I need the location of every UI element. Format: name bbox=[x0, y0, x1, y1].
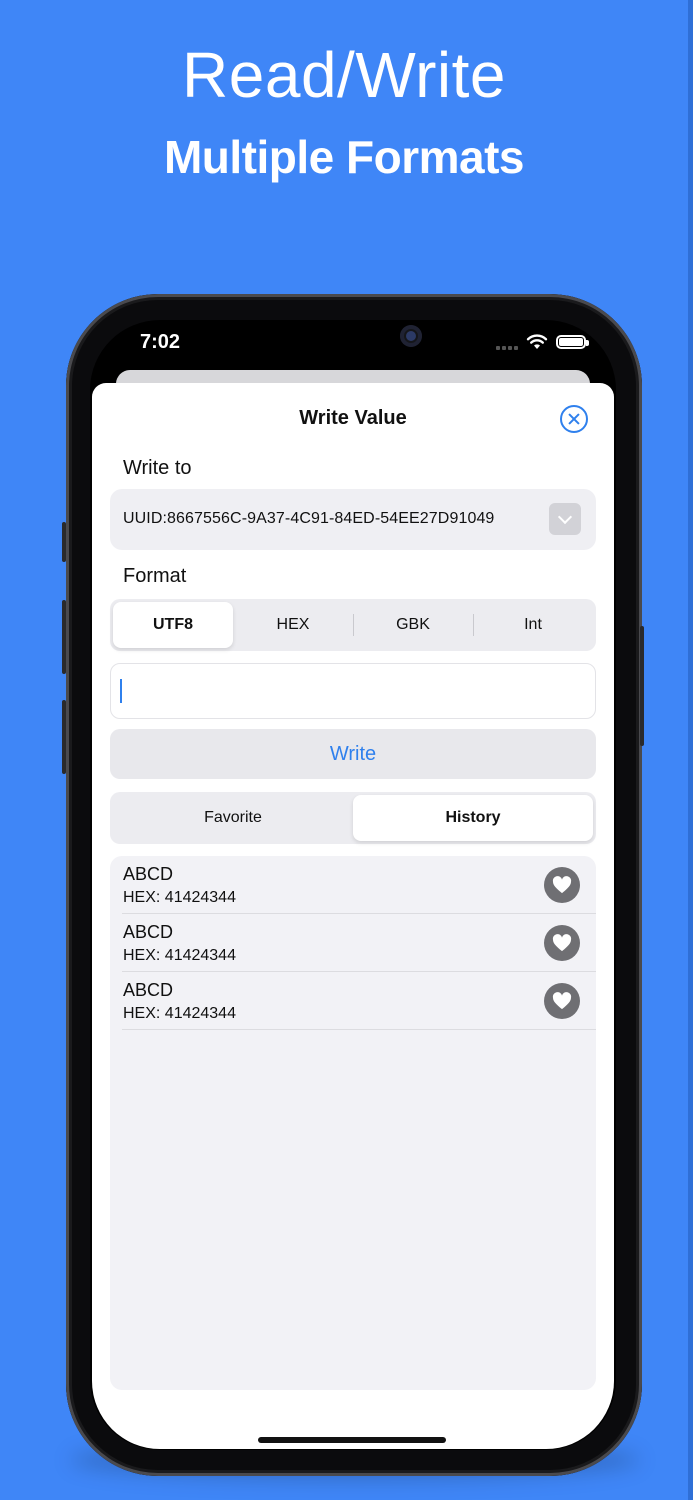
home-indicator bbox=[258, 1437, 446, 1443]
tab-history[interactable]: History bbox=[353, 795, 593, 841]
camera-icon bbox=[400, 325, 422, 347]
history-row[interactable]: ABCD HEX: 41424344 bbox=[110, 914, 596, 972]
phone-silent-switch bbox=[62, 522, 66, 562]
format-option-hex[interactable]: HEX bbox=[233, 602, 353, 648]
battery-icon bbox=[556, 335, 589, 349]
background-edge bbox=[688, 0, 693, 1500]
heart-icon[interactable] bbox=[544, 983, 580, 1019]
format-segmented-control: UTF8 HEX GBK Int bbox=[110, 599, 596, 651]
write-button[interactable]: Write bbox=[110, 729, 596, 779]
history-hex: HEX: 41424344 bbox=[123, 947, 236, 964]
write-to-label: Write to bbox=[123, 457, 192, 479]
chevron-down-icon[interactable] bbox=[549, 503, 581, 535]
row-divider bbox=[122, 1029, 596, 1030]
format-option-gbk[interactable]: GBK bbox=[353, 602, 473, 648]
format-label: Format bbox=[123, 565, 187, 587]
promo-title: Read/Write bbox=[182, 39, 506, 111]
target-uuid: UUID:8667556C-9A37-4C91-84ED-54EE27D9104… bbox=[123, 510, 495, 527]
history-value: ABCD bbox=[123, 864, 174, 884]
wifi-icon bbox=[526, 334, 548, 349]
sheet-title: Write Value bbox=[299, 407, 407, 429]
write-value-sheet: Write Value Write to UUID:8667556C-9A37-… bbox=[92, 383, 614, 1449]
phone-volume-down bbox=[62, 700, 66, 774]
history-value: ABCD bbox=[123, 922, 174, 942]
history-hex: HEX: 41424344 bbox=[123, 889, 236, 906]
heart-icon[interactable] bbox=[544, 925, 580, 961]
promo-subtitle: Multiple Formats bbox=[163, 131, 525, 183]
status-time: 7:02 bbox=[140, 331, 181, 353]
history-row[interactable]: ABCD HEX: 41424344 bbox=[110, 856, 596, 914]
target-characteristic-select[interactable]: UUID:8667556C-9A37-4C91-84ED-54EE27D9104… bbox=[110, 489, 596, 550]
history-list: ABCD HEX: 41424344 ABCD HEX: 41424344 AB… bbox=[110, 856, 596, 1390]
format-option-utf8[interactable]: UTF8 bbox=[113, 602, 233, 648]
phone-power-button bbox=[640, 626, 644, 746]
list-segmented-control: Favorite History bbox=[110, 792, 596, 844]
heart-icon[interactable] bbox=[544, 867, 580, 903]
text-cursor bbox=[120, 679, 122, 703]
format-option-int[interactable]: Int bbox=[473, 602, 593, 648]
signal-icon bbox=[496, 346, 518, 350]
close-circle-icon[interactable] bbox=[560, 405, 588, 433]
phone-volume-up bbox=[62, 600, 66, 674]
value-input[interactable] bbox=[110, 663, 596, 719]
history-hex: HEX: 41424344 bbox=[123, 1005, 236, 1022]
history-row[interactable]: ABCD HEX: 41424344 bbox=[110, 972, 596, 1030]
tab-favorite[interactable]: Favorite bbox=[113, 795, 353, 841]
history-value: ABCD bbox=[123, 980, 174, 1000]
